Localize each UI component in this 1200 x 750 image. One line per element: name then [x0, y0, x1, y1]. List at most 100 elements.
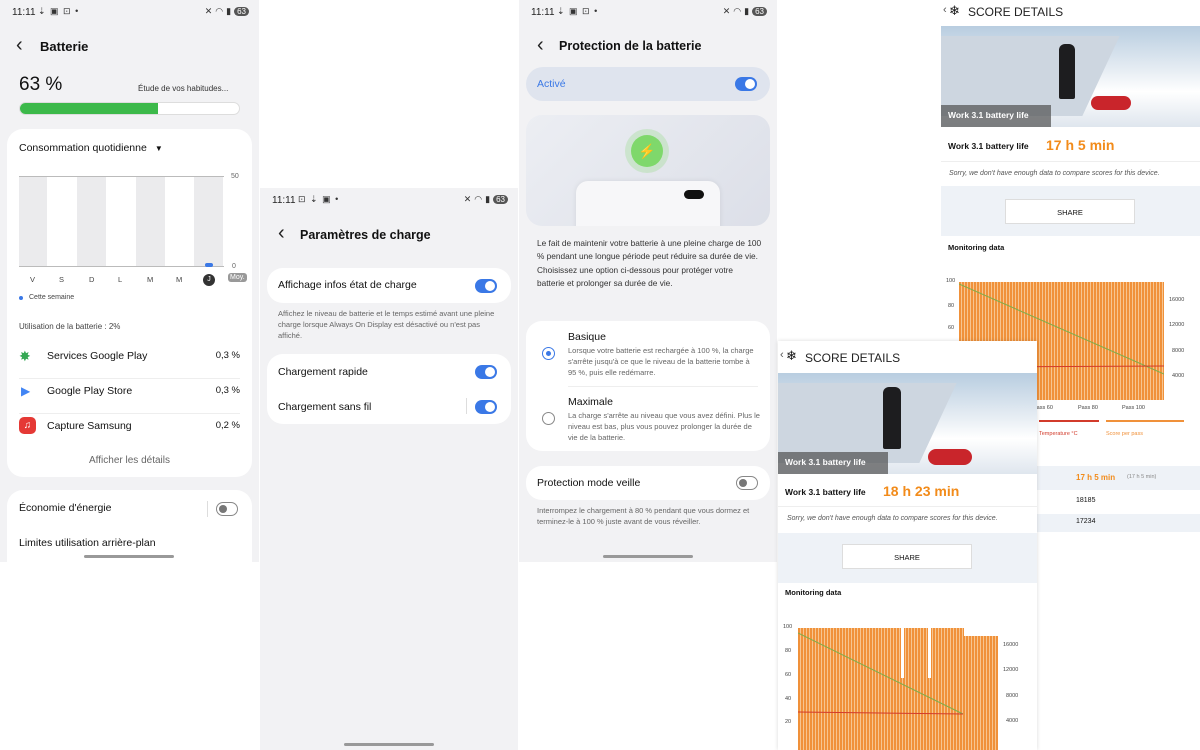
- daily-usage-dropdown[interactable]: Consommation quotidienne ▼: [19, 142, 163, 154]
- chart-stripe: [194, 177, 223, 266]
- app-usage-row[interactable]: ▶ Google Play Store 0,3 %: [19, 379, 240, 414]
- right-tick: 16000: [1003, 642, 1019, 648]
- left-tick: 100: [783, 624, 793, 630]
- share-button[interactable]: SHARE: [842, 544, 972, 569]
- detail-value: 18185: [1076, 497, 1096, 504]
- background-limits-item[interactable]: Limites utilisation arrière-plan: [19, 537, 156, 549]
- nav-handle: [603, 555, 693, 558]
- notification-icons: ⊡ ⇣ ▣ •: [298, 194, 340, 204]
- sleep-protection-card: Protection mode veille: [526, 466, 770, 500]
- back-icon[interactable]: ‹: [537, 34, 544, 57]
- system-icons: ✕ ◠ ▮ 63: [723, 6, 767, 17]
- caption-overlay: Work 3.1 battery life: [778, 452, 888, 474]
- score-value: 18 h 23 min: [883, 483, 960, 499]
- charge-info-label: Affichage infos état de charge: [278, 279, 417, 291]
- battery-level-bar: [19, 102, 240, 115]
- hero-image: Work 3.1 battery life: [778, 373, 1037, 474]
- legend-score-label: Score per pass: [1106, 431, 1143, 437]
- fast-charging-toggle[interactable]: [475, 365, 497, 379]
- skier-figure: [1059, 44, 1075, 99]
- day-label: M: [176, 275, 183, 284]
- wireless-charging-toggle[interactable]: [475, 400, 497, 414]
- mute-icon: ✕: [204, 6, 213, 16]
- left-tick: 60: [948, 325, 955, 331]
- status-time: 11:11: [12, 7, 36, 18]
- score-label: Work 3.1 battery life: [948, 141, 1029, 151]
- legend-temperature-label: Temperature °C: [1039, 431, 1078, 437]
- x-tick: Pass 80: [1078, 405, 1098, 411]
- status-bar: 11:11 ⇣ ▣ ⊡ • ✕ ◠ ▮ 63: [519, 0, 777, 24]
- fast-charging-label: Chargement rapide: [278, 366, 368, 378]
- legend-dot: [19, 295, 23, 300]
- sleep-protection-toggle[interactable]: [736, 476, 758, 490]
- hero-image: Work 3.1 battery life: [941, 26, 1200, 127]
- status-time: 11:11: [272, 195, 296, 206]
- status-time: 11:11: [531, 7, 555, 18]
- wifi-icon: ◠: [474, 194, 483, 204]
- radio-maximal[interactable]: [542, 412, 555, 425]
- phone-illustration: [576, 181, 720, 226]
- app-percent: 0,3 %: [215, 385, 240, 396]
- usage-chart: 50 0: [19, 173, 239, 270]
- app-usage-row[interactable]: ✸ Services Google Play 0,3 %: [19, 344, 240, 379]
- enabled-bar[interactable]: Activé: [526, 67, 770, 101]
- sleep-protection-label: Protection mode veille: [537, 477, 641, 489]
- score-label: Work 3.1 battery life: [785, 487, 866, 497]
- power-saving-toggle[interactable]: [216, 502, 238, 516]
- protection-toggle[interactable]: [735, 77, 757, 91]
- notification-icons: ⇣ ▣ ⊡ •: [557, 6, 599, 16]
- option-maximal-title: Maximale: [568, 396, 613, 408]
- dropdown-arrow-icon: ▼: [154, 143, 163, 153]
- right-tick: 8000: [1006, 693, 1019, 699]
- monitoring-label: Monitoring data: [785, 588, 842, 597]
- left-tick: 20: [785, 719, 792, 725]
- battery-icon: 63: [234, 7, 249, 16]
- back-icon[interactable]: ‹: [278, 222, 285, 245]
- chart-axis-top: 50: [231, 173, 239, 180]
- score-row: Work 3.1 battery life 17 h 5 min: [941, 128, 1200, 162]
- legend-score: Score per pass: [1106, 420, 1184, 440]
- battery-estimate: Étude de vos habitudes...: [138, 84, 229, 93]
- radio-basic[interactable]: [542, 347, 555, 360]
- detail-subvalue: (17 h 5 min): [1127, 474, 1157, 480]
- chart-day-labels: V S D L M M J Moy.: [19, 273, 249, 289]
- day-label-today: J: [203, 274, 215, 286]
- charging-bolt-icon: ⚡: [631, 135, 663, 167]
- battery-screen: 11:11 ⇣ ▣ ⊡ • ✕ ◠ ▮ 63 ‹ Batterie 63 % Étud…: [0, 0, 259, 562]
- show-details-button[interactable]: Afficher les détails: [7, 455, 252, 466]
- signal-icon: ▮: [226, 6, 232, 16]
- back-icon[interactable]: ‹: [16, 34, 23, 57]
- score-value: 17 h 5 min: [1046, 137, 1115, 153]
- wireless-charging-label: Chargement sans fil: [278, 401, 372, 413]
- compare-note: Sorry, we don't have enough data to comp…: [949, 170, 1160, 177]
- sleep-protection-description: Interrompez le chargement à 80 % pendant…: [537, 506, 750, 526]
- image-caption: Work 3.1 battery life: [785, 457, 866, 467]
- compare-note: Sorry, we don't have enough data to comp…: [787, 515, 998, 522]
- chart-stripe: [77, 177, 106, 266]
- score-row: Work 3.1 battery life 18 h 23 min: [778, 475, 1037, 507]
- daily-usage-label: Consommation quotidienne: [19, 142, 147, 154]
- back-chevron-icon[interactable]: ‹: [780, 349, 784, 361]
- chart-stripe: [136, 177, 165, 266]
- battery-level-fill: [20, 103, 158, 114]
- right-tick: 12000: [1003, 667, 1019, 673]
- share-button[interactable]: SHARE: [1005, 199, 1135, 224]
- right-tick: 4000: [1172, 373, 1185, 379]
- app-usage-row[interactable]: ♫ Capture Samsung 0,2 %: [19, 414, 240, 449]
- google-play-services-icon: ✸: [19, 348, 31, 364]
- battery-protection-screen: 11:11 ⇣ ▣ ⊡ • ✕ ◠ ▮ 63 ‹ Protection de la b…: [519, 0, 777, 562]
- day-label: V: [30, 275, 36, 284]
- app-name: Services Google Play: [47, 350, 148, 362]
- app-percent: 0,2 %: [215, 420, 240, 431]
- charging-options-card: Chargement rapide Chargement sans fil: [267, 354, 511, 424]
- option-basic-title: Basique: [568, 331, 606, 343]
- system-icons: ✕ ◠ ▮ 63: [464, 194, 508, 205]
- left-tick: 60: [785, 672, 792, 678]
- left-tick: 40: [785, 696, 792, 702]
- enabled-label: Activé: [537, 78, 566, 90]
- settings-card: Économie d'énergie Limites utilisation a…: [7, 490, 252, 562]
- back-chevron-icon[interactable]: ‹: [943, 4, 947, 16]
- legend-temperature: Temperature °C: [1039, 420, 1099, 440]
- mute-icon: ✕: [463, 194, 472, 204]
- charge-info-toggle[interactable]: [475, 279, 497, 293]
